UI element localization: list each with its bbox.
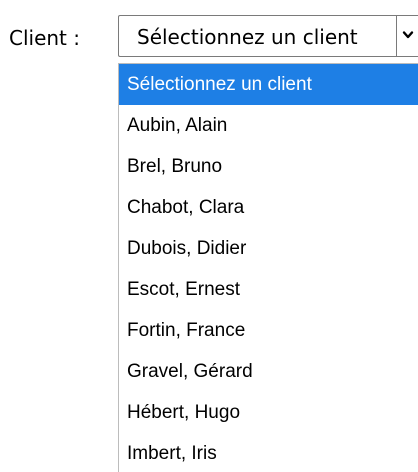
client-option-hebert-hugo[interactable]: Hébert, Hugo [119,392,418,433]
client-option-chabot-clara[interactable]: Chabot, Clara [119,187,418,228]
client-dropdown-list: Sélectionnez un client Aubin, Alain Brel… [118,63,418,472]
client-option-imbert-iris[interactable]: Imbert, Iris [119,433,418,472]
client-option-escot-ernest[interactable]: Escot, Ernest [119,269,418,310]
client-option-brel-bruno[interactable]: Brel, Bruno [119,146,418,187]
client-option-dubois-didier[interactable]: Dubois, Didier [119,228,418,269]
client-option-fortin-france[interactable]: Fortin, France [119,310,418,351]
chevron-down-icon [402,31,414,39]
client-option-gravel-gerard[interactable]: Gravel, Gérard [119,351,418,392]
client-option-aubin-alain[interactable]: Aubin, Alain [119,105,418,146]
client-label: Client : [9,26,80,50]
client-select[interactable]: Sélectionnez un client [118,15,418,57]
client-option-placeholder[interactable]: Sélectionnez un client [119,64,418,105]
dropdown-toggle-button[interactable] [396,16,418,56]
client-select-value: Sélectionnez un client [137,25,358,49]
